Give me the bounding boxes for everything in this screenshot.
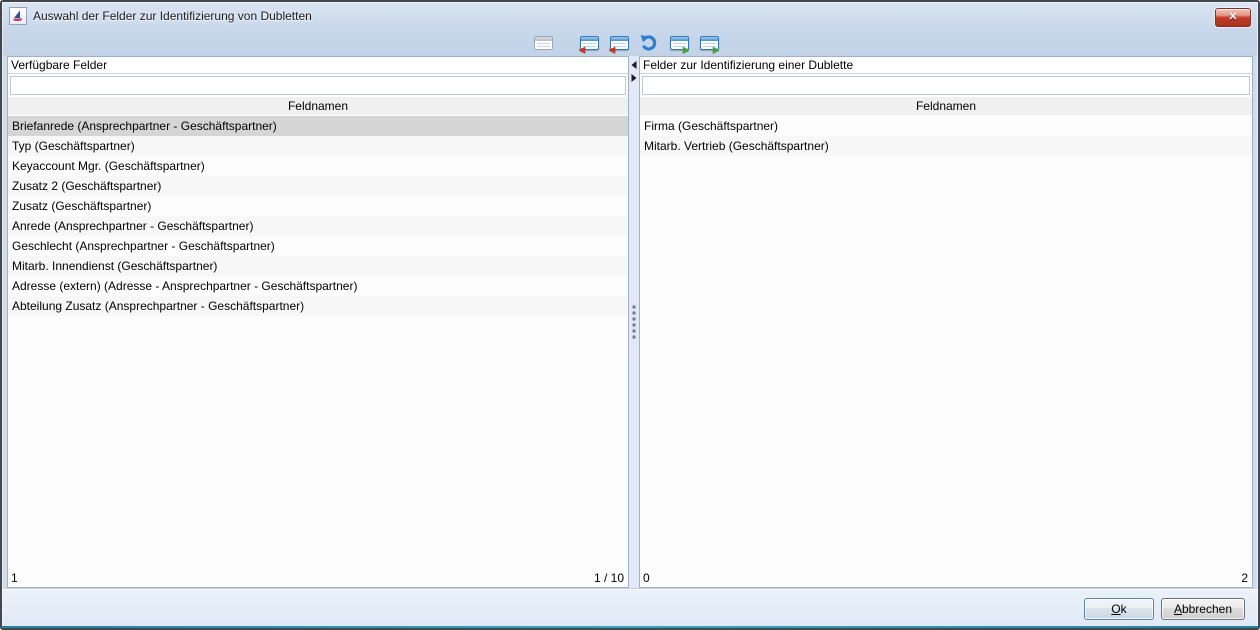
green-right-arrow-icon: ►	[711, 45, 722, 56]
available-field-list-item[interactable]: Anrede (Ansprechpartner - Geschäftspartn…	[8, 216, 628, 236]
undo-button[interactable]	[637, 31, 662, 55]
duplicate-field-list-item[interactable]: Firma (Geschäftspartner)	[640, 116, 1252, 136]
duplicate-fields-statusbar: 0 2	[640, 569, 1252, 587]
move-all-left-button[interactable]: ◄	[577, 31, 602, 55]
field-list-button[interactable]	[531, 31, 556, 55]
footer-bar: Ok Abbrechen	[2, 588, 1258, 628]
move-selected-left-button[interactable]: ◄	[607, 31, 632, 55]
window-title: Auswahl der Felder zur Identifizierung v…	[33, 9, 312, 23]
available-field-list-item[interactable]: Keyaccount Mgr. (Geschäftspartner)	[8, 156, 628, 176]
available-fields-statusbar: 1 1 / 10	[8, 569, 628, 587]
available-fields-filter-input[interactable]	[10, 76, 626, 95]
duplicate-fields-filter-input[interactable]	[642, 76, 1250, 95]
duplicate-fields-filter-row	[640, 74, 1252, 96]
collapse-right-icon[interactable]	[632, 74, 637, 82]
titlebar[interactable]: Auswahl der Felder zur Identifizierung v…	[2, 2, 1258, 30]
window-list-icon	[534, 36, 553, 50]
duplicate-field-list-item[interactable]: Mitarb. Vertrieb (Geschäftspartner)	[640, 136, 1252, 156]
duplicate-fields-dialog: Auswahl der Felder zur Identifizierung v…	[0, 0, 1260, 630]
undo-arrow-icon	[640, 34, 658, 52]
available-field-list-item[interactable]: Briefanrede (Ansprechpartner - Geschäfts…	[8, 116, 628, 136]
toolbar: ◄ ◄ ► ►	[2, 30, 1258, 56]
available-fields-title: Verfügbare Felder	[8, 57, 628, 74]
collapse-left-icon[interactable]	[632, 61, 637, 69]
available-fields-column-header: Feldnamen	[8, 96, 628, 116]
splitter-arrows	[632, 61, 637, 82]
splitter-grip-icon	[633, 306, 636, 339]
available-fields-panel: Verfügbare Felder Feldnamen Briefanrede …	[7, 56, 629, 588]
available-field-list-item[interactable]: Zusatz 2 (Geschäftspartner)	[8, 176, 628, 196]
green-right-arrow-icon: ►	[681, 45, 692, 56]
available-field-list-item[interactable]: Abteilung Zusatz (Ansprechpartner - Gesc…	[8, 296, 628, 316]
available-field-list-item[interactable]: Geschlecht (Ansprechpartner - Geschäftsp…	[8, 236, 628, 256]
red-left-arrow-icon: ◄	[607, 45, 618, 56]
available-field-list-item[interactable]: Zusatz (Geschäftspartner)	[8, 196, 628, 216]
available-fields-filter-row	[8, 74, 628, 96]
position-indicator: 1 / 10	[594, 571, 624, 585]
move-selected-right-button[interactable]: ►	[667, 31, 692, 55]
total-count: 2	[1241, 571, 1248, 585]
red-left-arrow-icon: ◄	[577, 45, 588, 56]
ok-button[interactable]: Ok	[1084, 598, 1154, 620]
move-all-right-button[interactable]: ►	[697, 31, 722, 55]
available-field-list-item[interactable]: Typ (Geschäftspartner)	[8, 136, 628, 156]
duplicate-fields-list: Firma (Geschäftspartner)Mitarb. Vertrieb…	[640, 116, 1252, 569]
duplicate-fields-title: Felder zur Identifizierung einer Dublett…	[640, 57, 1252, 74]
duplicate-fields-panel: Felder zur Identifizierung einer Dublett…	[639, 56, 1253, 588]
main-content: Verfügbare Felder Feldnamen Briefanrede …	[2, 56, 1258, 588]
selected-count: 0	[643, 571, 650, 585]
available-field-list-item[interactable]: Mitarb. Innendienst (Geschäftspartner)	[8, 256, 628, 276]
close-icon: ✕	[1228, 12, 1237, 23]
app-logo-icon	[9, 7, 27, 25]
available-fields-list: Briefanrede (Ansprechpartner - Geschäfts…	[8, 116, 628, 569]
cancel-button[interactable]: Abbrechen	[1161, 598, 1245, 620]
close-button[interactable]: ✕	[1215, 8, 1251, 27]
available-field-list-item[interactable]: Adresse (extern) (Adresse - Ansprechpart…	[8, 276, 628, 296]
duplicate-fields-column-header: Feldnamen	[640, 96, 1252, 116]
selected-count: 1	[11, 571, 18, 585]
panel-splitter[interactable]	[629, 56, 639, 588]
